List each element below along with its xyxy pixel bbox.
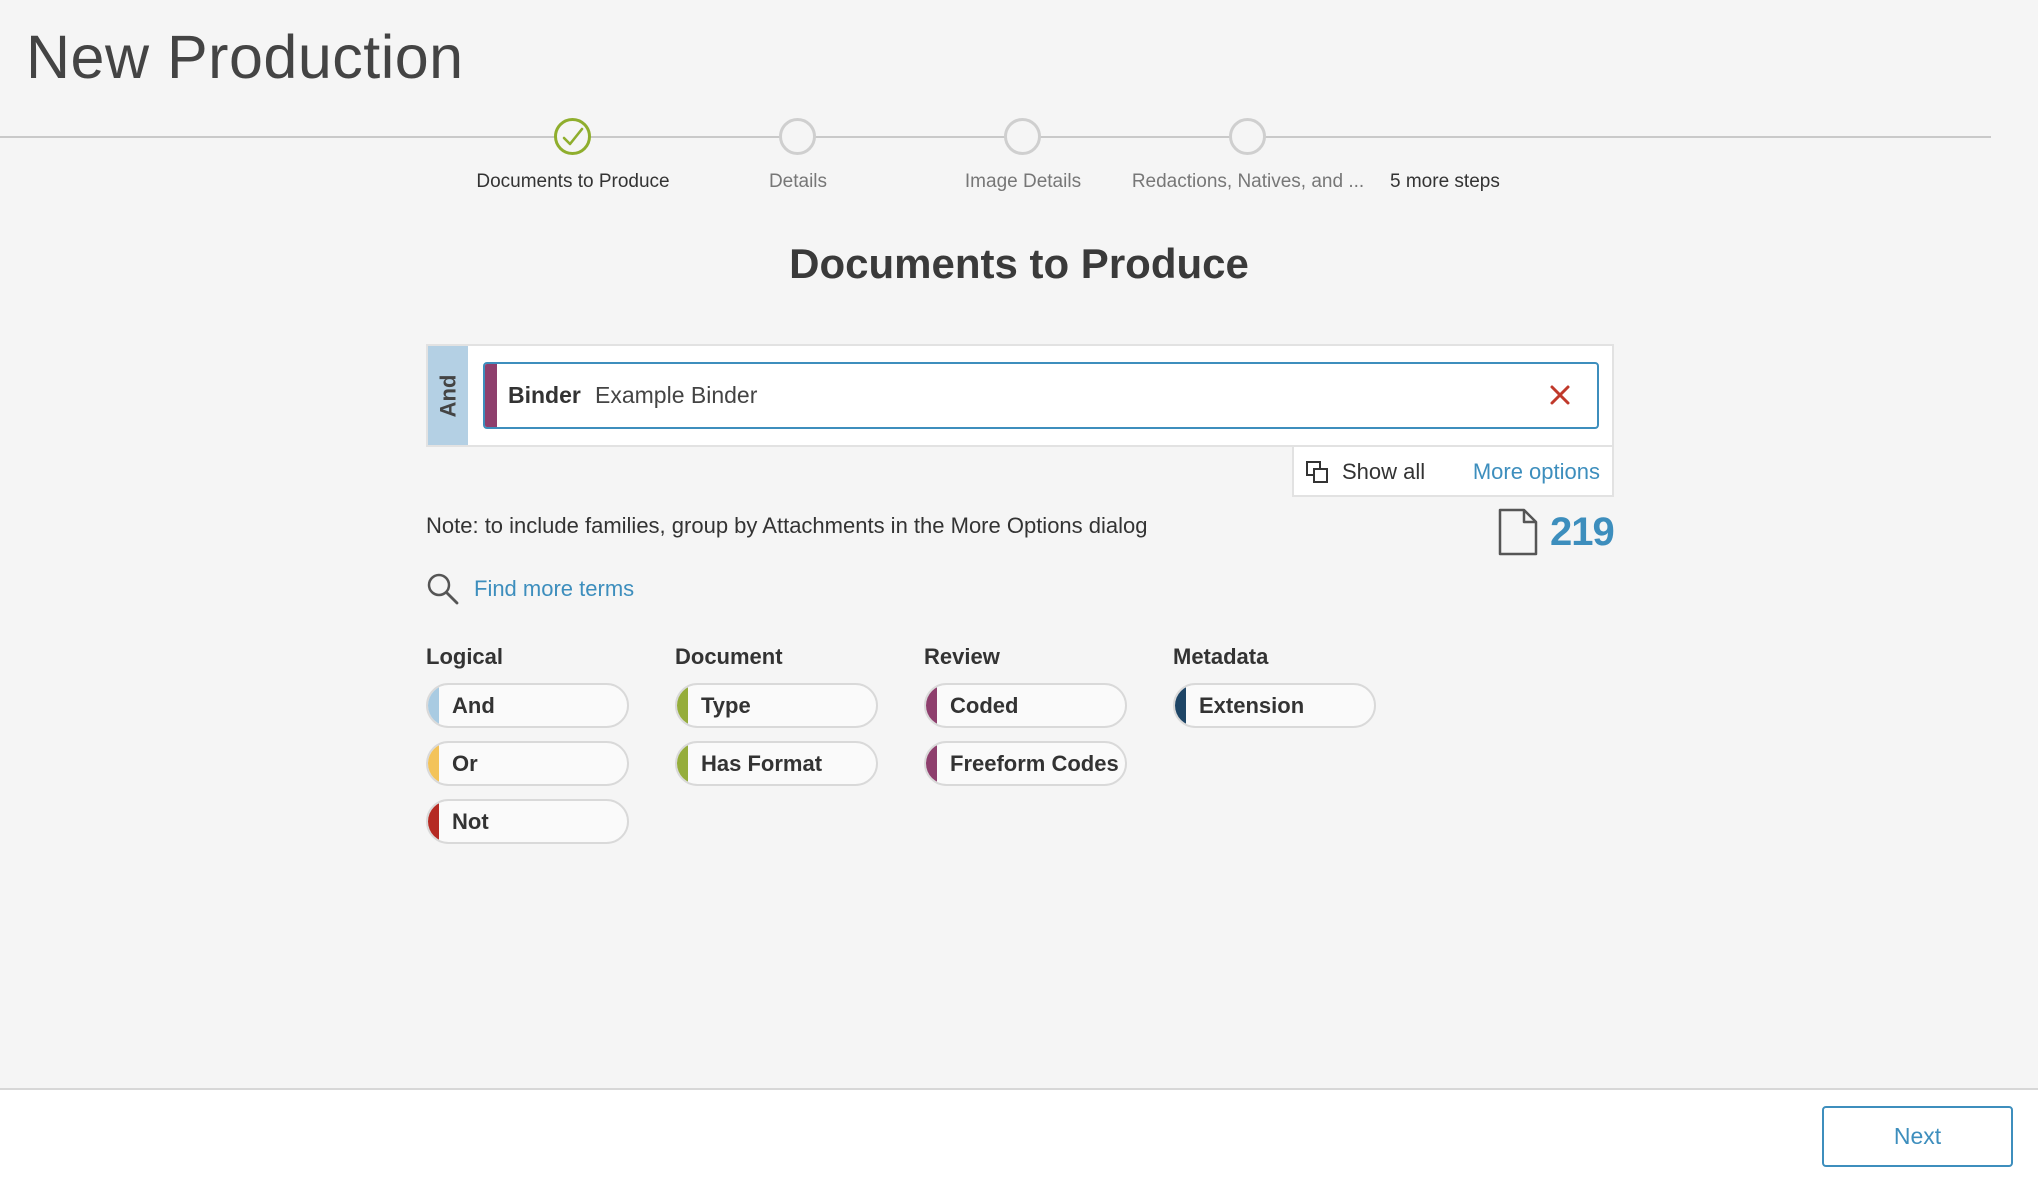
page-title: New Production xyxy=(26,23,464,91)
term-color-bar xyxy=(485,364,497,427)
palette-title-review: Review xyxy=(924,644,1000,669)
show-all-label: Show all xyxy=(1342,459,1426,484)
search-icon xyxy=(427,573,459,605)
document-count-value: 219 xyxy=(1550,509,1615,554)
pill-color-bar xyxy=(1175,685,1186,726)
pill-color-bar xyxy=(428,743,439,784)
pill-label: Extension xyxy=(1199,693,1305,718)
step-4-circle[interactable] xyxy=(1229,118,1266,155)
show-all-button[interactable]: Show all xyxy=(1304,459,1425,485)
query-builder: And Binder Example Binder xyxy=(426,344,1614,447)
term-pill-has-format[interactable]: Has Format xyxy=(675,741,878,786)
operator-and-strip[interactable]: And xyxy=(428,346,468,445)
step-label-redactions[interactable]: Redactions, Natives, and ... xyxy=(1128,171,1368,193)
document-icon xyxy=(1498,508,1538,556)
step-label-image-details[interactable]: Image Details xyxy=(903,171,1143,193)
binder-term[interactable]: Binder Example Binder xyxy=(483,362,1599,429)
check-icon xyxy=(562,127,583,145)
palette-title-logical: Logical xyxy=(426,644,504,669)
term-pill-not[interactable]: Not xyxy=(426,799,629,844)
pill-color-bar xyxy=(428,685,439,726)
families-note: Note: to include families, group by Atta… xyxy=(426,513,1148,538)
step-3-circle[interactable] xyxy=(1004,118,1041,155)
pill-label: Not xyxy=(452,809,489,834)
step-2-circle[interactable] xyxy=(779,118,816,155)
pill-label: Has Format xyxy=(701,751,823,776)
query-options: Show all More options xyxy=(1292,447,1614,497)
pill-label: Coded xyxy=(950,693,1019,718)
term-pill-freeform-codes[interactable]: Freeform Codes xyxy=(924,741,1127,786)
term-pill-extension[interactable]: Extension xyxy=(1173,683,1376,728)
term-pill-type[interactable]: Type xyxy=(675,683,878,728)
next-button[interactable]: Next xyxy=(1822,1106,2013,1167)
step-label-details[interactable]: Details xyxy=(678,171,918,193)
pill-color-bar xyxy=(926,685,937,726)
palette-title-document: Document xyxy=(675,644,783,669)
copy-icon xyxy=(1306,461,1328,483)
palette-column-review: Review Coded Freeform Codes xyxy=(924,644,1127,799)
pill-color-bar xyxy=(926,743,937,784)
pill-color-bar xyxy=(428,801,439,842)
term-field-name: Binder xyxy=(508,382,581,408)
find-more-terms[interactable]: Find more terms xyxy=(426,572,634,606)
term-pill-coded[interactable]: Coded xyxy=(924,683,1127,728)
term-field-value[interactable]: Example Binder xyxy=(595,382,757,409)
pill-label: Type xyxy=(701,693,751,718)
pill-color-bar xyxy=(677,685,688,726)
palette-title-metadata: Metadata xyxy=(1173,644,1269,669)
more-steps-link[interactable]: 5 more steps xyxy=(1390,171,1500,193)
palette-column-metadata: Metadata Extension xyxy=(1173,644,1376,741)
step-1-check-circle[interactable] xyxy=(554,118,591,155)
term-pill-and[interactable]: And xyxy=(426,683,629,728)
pill-label: And xyxy=(452,693,495,718)
palette-column-document: Document Type Has Format xyxy=(675,644,878,799)
close-icon[interactable] xyxy=(1545,380,1575,410)
document-count[interactable]: 219 xyxy=(1496,508,1615,556)
palette-column-logical: Logical And Or Not xyxy=(426,644,629,857)
pill-label: Freeform Codes xyxy=(950,751,1119,776)
stepper-line xyxy=(0,136,1991,138)
section-title: Documents to Produce xyxy=(789,240,1249,287)
footer-bar xyxy=(0,1088,2038,1182)
operator-label: And xyxy=(435,374,461,417)
pill-label: Or xyxy=(452,751,478,776)
step-label-documents[interactable]: Documents to Produce xyxy=(453,171,693,193)
pill-color-bar xyxy=(677,743,688,784)
find-more-terms-label: Find more terms xyxy=(474,576,635,601)
more-options-link[interactable]: More options xyxy=(1473,459,1600,485)
term-pill-or[interactable]: Or xyxy=(426,741,629,786)
